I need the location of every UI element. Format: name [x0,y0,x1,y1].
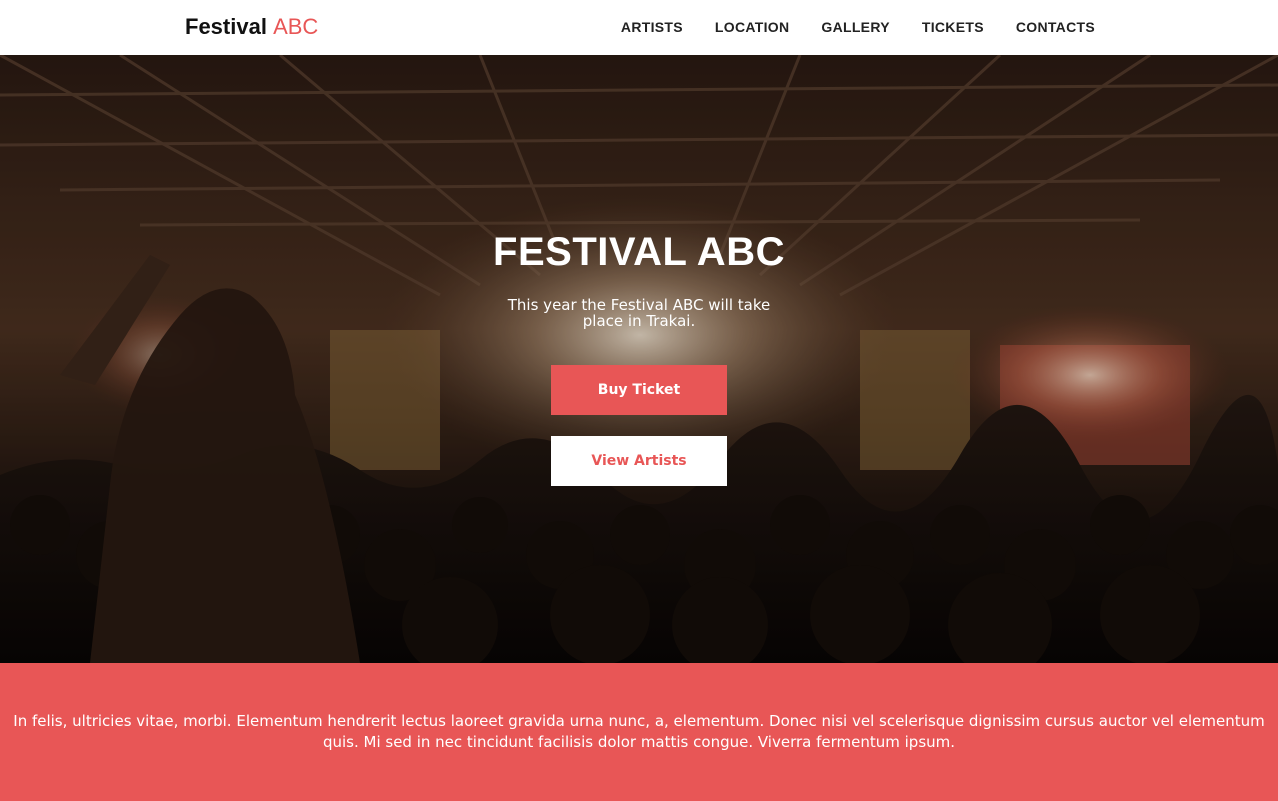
nav-item-artists: ARTISTS [621,17,683,36]
nav-link-gallery[interactable]: GALLERY [821,19,889,35]
buy-ticket-button[interactable]: Buy Ticket [551,365,727,415]
top-navbar: Festival ABC ARTISTS LOCATION GALLERY TI… [0,0,1278,55]
hero-subtitle: This year the Festival ABC will take pla… [507,296,771,330]
hero-title: FESTIVAL ABC [493,230,785,274]
main-nav: ARTISTS LOCATION GALLERY TICKETS CONTACT… [621,17,1095,36]
intro-band: In felis, ultricies vitae, morbi. Elemen… [0,663,1278,801]
view-artists-button[interactable]: View Artists [551,436,727,486]
hero-content: FESTIVAL ABC This year the Festival ABC … [0,230,1278,486]
nav-item-gallery: GALLERY [821,17,889,36]
nav-link-location[interactable]: LOCATION [715,19,789,35]
nav-item-tickets: TICKETS [922,17,984,36]
nav-link-contacts[interactable]: CONTACTS [1016,19,1095,35]
site-logo[interactable]: Festival ABC [185,14,318,40]
logo-text: Festival [185,14,267,39]
logo-accent-text: ABC [273,14,319,39]
intro-text: In felis, ultricies vitae, morbi. Elemen… [13,712,1265,751]
nav-link-artists[interactable]: ARTISTS [621,19,683,35]
nav-link-tickets[interactable]: TICKETS [922,19,984,35]
hero-section: FESTIVAL ABC This year the Festival ABC … [0,55,1278,663]
nav-item-location: LOCATION [715,17,789,36]
nav-item-contacts: CONTACTS [1016,17,1095,36]
